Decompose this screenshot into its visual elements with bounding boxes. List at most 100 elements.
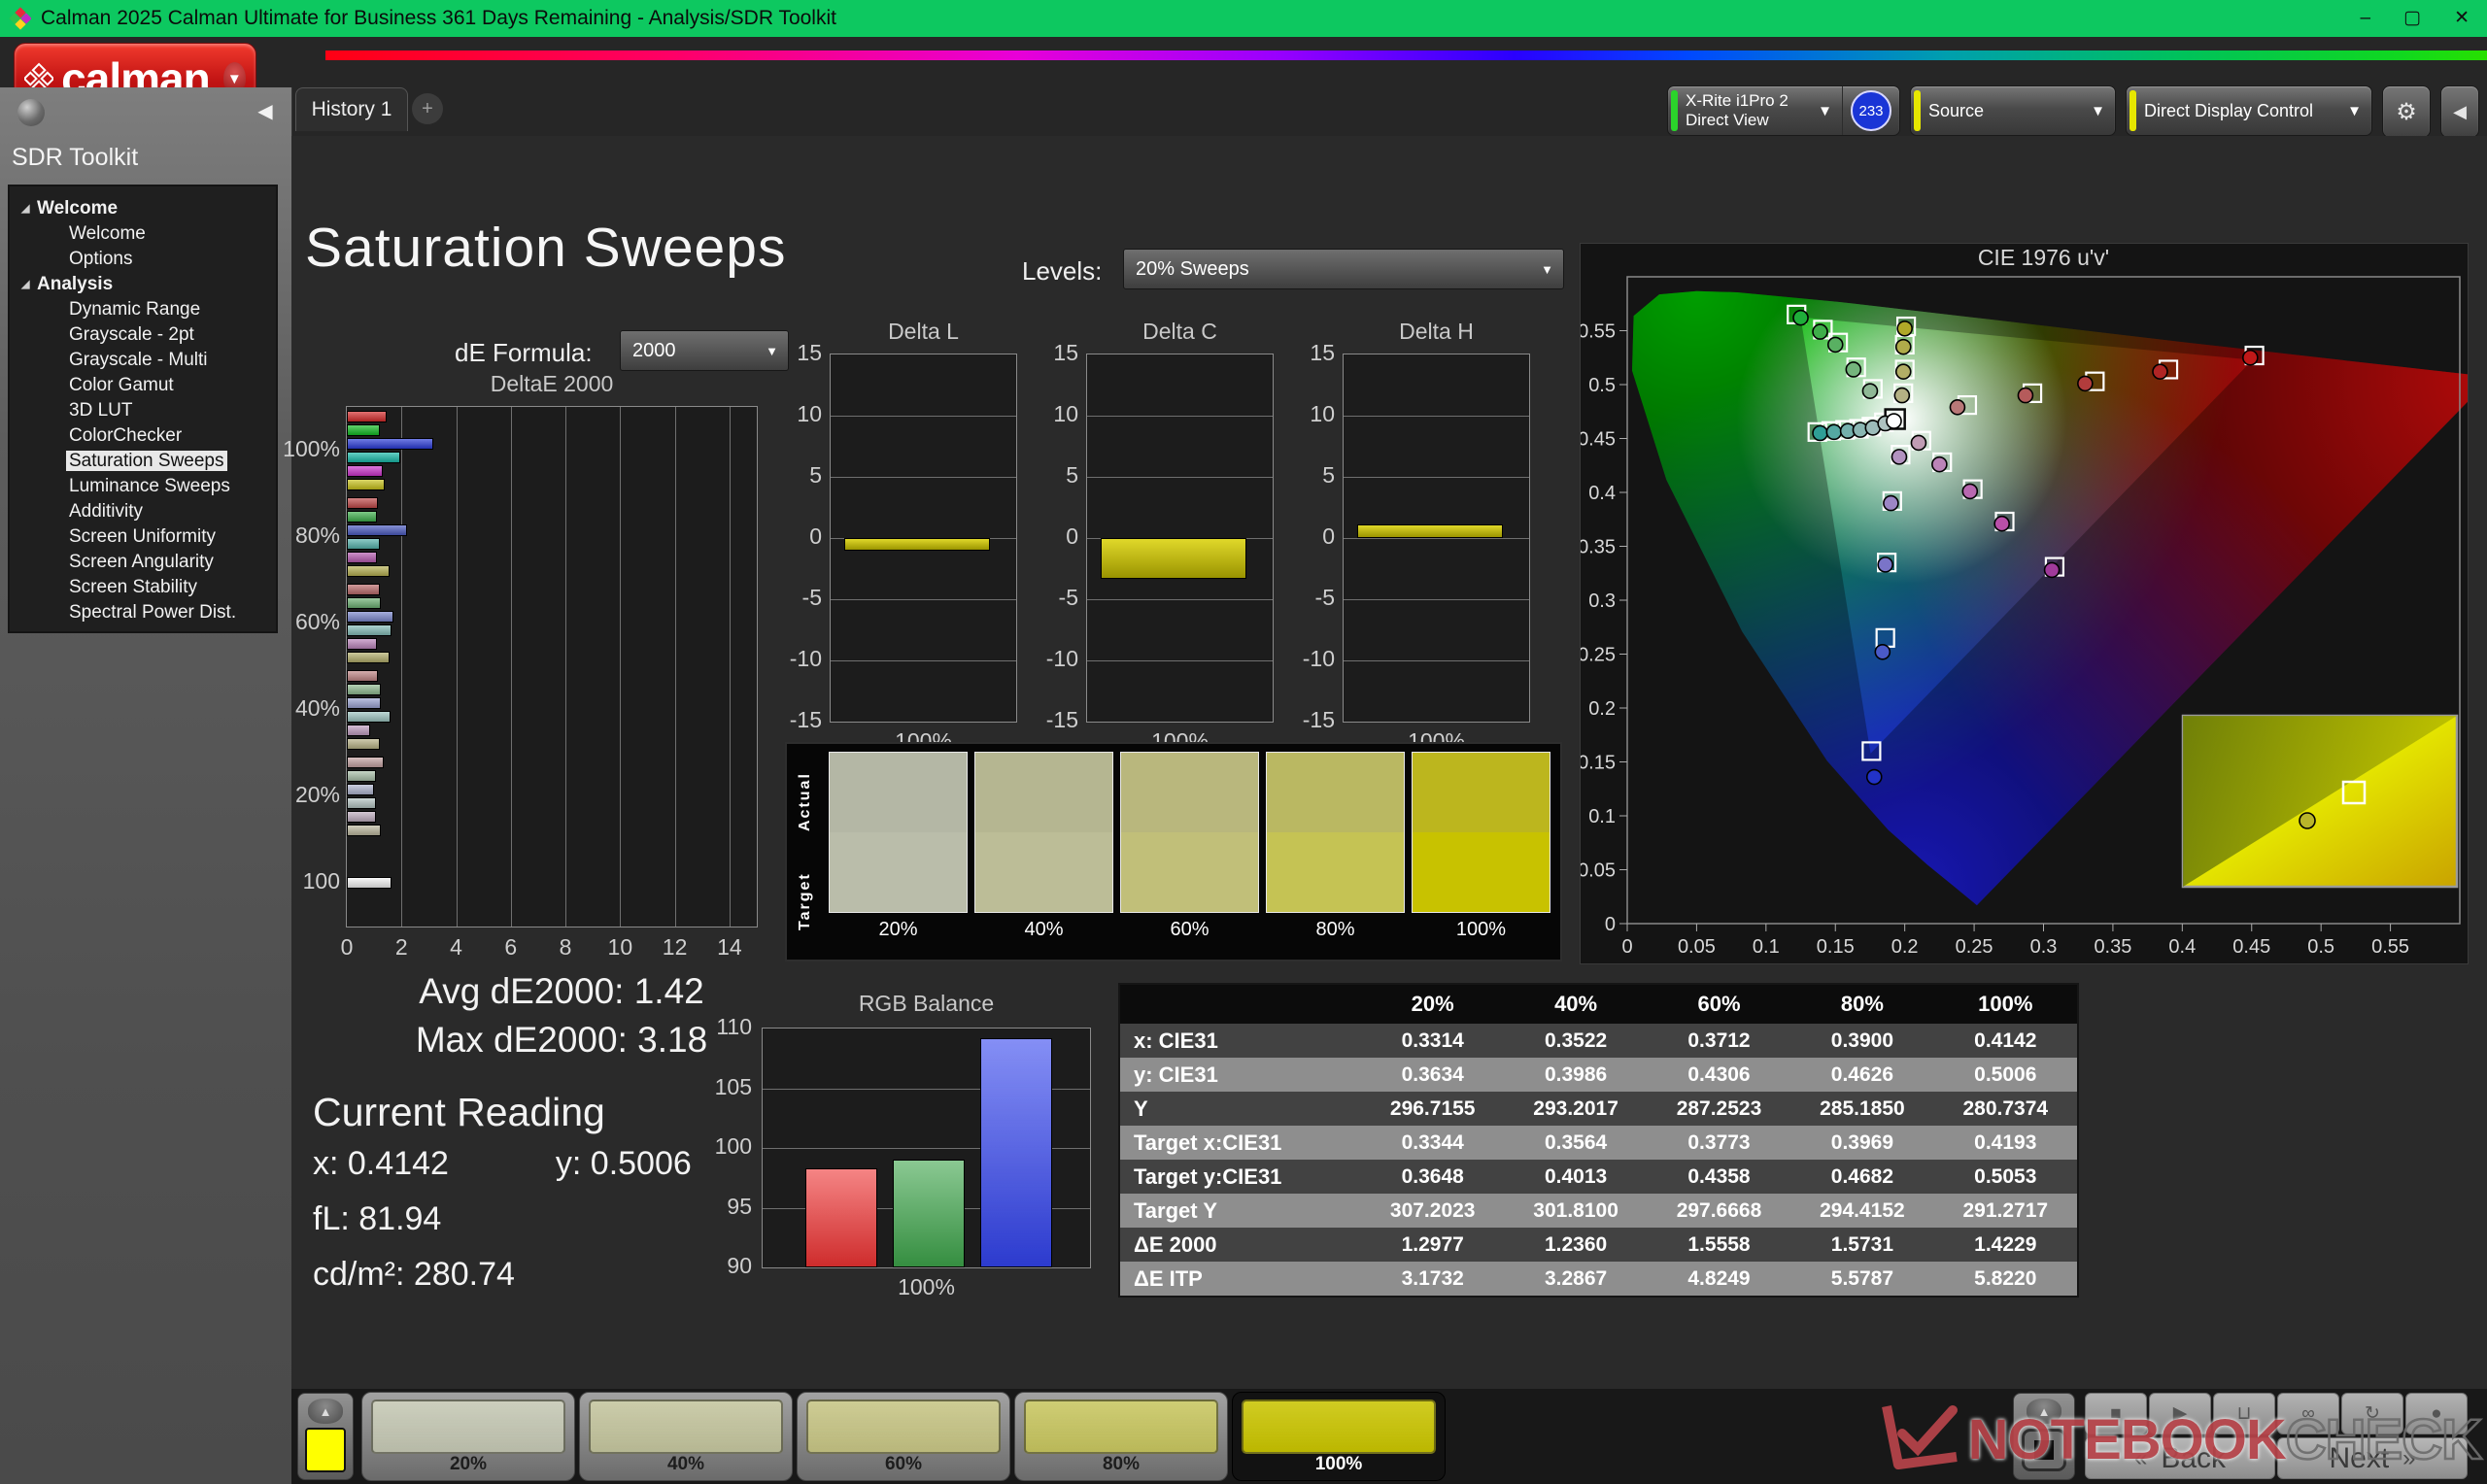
sidebar-item-3d-lut[interactable]: 3D LUT [10,398,276,423]
dot-icon: ● [2431,1402,2442,1424]
deltae-bar-100% [347,410,387,422]
play-button[interactable]: ▶ [2149,1393,2211,1434]
svg-text:0.05: 0.05 [1581,860,1616,882]
table-row-label: Target y:CIE31 [1134,1164,1282,1189]
stop-square-icon [2034,1440,2054,1460]
meter-status-stripe [1671,90,1678,131]
delta-gridline [1344,538,1529,539]
sidebar-item-screen-angularity[interactable]: Screen Angularity [10,550,276,575]
stop-button[interactable]: ■ [2085,1393,2147,1434]
sweep-button-20%[interactable]: 20% [361,1392,575,1481]
sidebar-collapse-button[interactable]: ◀ [249,97,282,126]
maximize-icon[interactable]: ▢ [2403,0,2421,37]
sidebar-item-options[interactable]: Options [10,247,276,272]
table-row-label: y: CIE31 [1134,1062,1218,1087]
sweep-button-40%[interactable]: 40% [579,1392,793,1481]
meter-line1: X-Rite i1Pro 2 [1686,91,1789,111]
sidebar-item-grayscale-2pt[interactable]: Grayscale - 2pt [10,322,276,348]
deltae-gridline [729,407,731,927]
actual-swatch [1267,753,1404,832]
delta-ytick: -5 [801,585,822,610]
meter-count-badge: 233 [1851,90,1891,131]
deltae-xtick: 14 [717,934,742,960]
source-dropdown[interactable]: Source ▼ [1910,85,2116,136]
sidebar-item-saturation-sweeps[interactable]: Saturation Sweeps [10,449,276,474]
sweep-button-60%[interactable]: 60% [797,1392,1010,1481]
swatch-caption: 80% [1315,919,1355,940]
display-control-dropdown[interactable]: Direct Display Control ▼ [2126,85,2372,136]
swatch-caption: 40% [1024,919,1064,940]
tree-expander-icon: ◢ [21,279,30,290]
deltae-gridline [456,407,458,927]
minimize-icon[interactable]: – [2361,0,2371,37]
tree-item-label: Welcome [37,198,119,219]
back-button[interactable]: « Back [2085,1437,2275,1479]
sidebar-item-dynamic-range[interactable]: Dynamic Range [10,297,276,322]
deltae-bar-80% [347,564,390,577]
tree-item-label: Color Gamut [69,375,174,395]
dot-button[interactable]: ● [2405,1393,2468,1434]
sphere-icon[interactable] [17,99,45,126]
rainbow-stripe [325,51,2487,60]
swatch-column-40%: 40% [974,752,1113,952]
sidebar-item-spectral-power-dist-[interactable]: Spectral Power Dist. [10,600,276,625]
de-formula-dropdown[interactable]: 2000 ▼ [620,330,789,371]
delta-ytick: 15 [1053,340,1078,365]
table-row-label: Target x:CIE31 [1134,1130,1282,1155]
deltae-bar-60% [347,610,393,623]
swatch-pair [974,752,1113,913]
table-row-label: Y [1134,1096,1148,1121]
delta-ytick: -15 [789,707,822,732]
meter-dropdown[interactable]: X-Rite i1Pro 2 Direct View ▼ 233 [1667,85,1900,136]
table-cell: 0.4306 [1687,1062,1751,1086]
table-cell: 287.2523 [1676,1096,1762,1120]
table-cell: 297.6668 [1676,1198,1762,1222]
close-icon[interactable]: ✕ [2454,0,2470,37]
sidebar-item-additivity[interactable]: Additivity [10,499,276,524]
current-color-swatch[interactable] [305,1428,346,1472]
up-arrow-icon[interactable]: ▲ [2027,1399,2061,1424]
back-label: Back [2161,1441,2227,1474]
deltae-bar-40% [347,725,370,737]
table-cell: 0.5006 [1974,1062,2037,1086]
sidebar-item-luminance-sweeps[interactable]: Luminance Sweeps [10,474,276,499]
settings-button[interactable]: ⚙ [2382,85,2431,138]
read-button[interactable]: ⊔ [2213,1393,2275,1434]
sidebar-item-screen-stability[interactable]: Screen Stability [10,575,276,600]
tree-item-label: Luminance Sweeps [69,476,230,496]
table-cell: 285.1850 [1820,1096,1905,1120]
table-cell: 0.3314 [1401,1029,1464,1052]
delta-ytick: -10 [1302,646,1335,671]
sidebar-item-analysis[interactable]: ◢ Analysis [10,272,276,297]
sweep-button-80%[interactable]: 80% [1014,1392,1228,1481]
sidebar-item-welcome[interactable]: Welcome [10,221,276,247]
deltae-xtick: 0 [340,934,354,960]
deltae-bar-20% [347,757,384,769]
sweep-button-100%[interactable]: 100% [1232,1392,1446,1481]
add-tab-button[interactable]: + [412,93,443,124]
next-button[interactable]: Next » [2277,1437,2468,1479]
deltae-bar-40% [347,738,380,751]
tab-history-1[interactable]: History 1 [295,87,408,131]
up-arrow-icon[interactable]: ▲ [308,1399,343,1424]
sidebar-item-grayscale-multi[interactable]: Grayscale - Multi [10,348,276,373]
panel-collapse-button[interactable]: ◀ [2440,85,2479,138]
delta-gridline [1344,477,1529,478]
table-row: y: CIE31 0.3634 0.3986 0.4306 0.4626 0.5006 [1120,1058,2077,1092]
sidebar-item-welcome[interactable]: ◢ Welcome [10,196,276,221]
sidebar-item-colorchecker[interactable]: ColorChecker [10,423,276,449]
stop-pattern-button[interactable] [2022,1429,2066,1471]
sidebar-item-color-gamut[interactable]: Color Gamut [10,373,276,398]
table-cell: 0.3986 [1544,1062,1608,1086]
sidebar-item-screen-uniformity[interactable]: Screen Uniformity [10,524,276,550]
delta-ytick: 5 [809,462,822,488]
table-cell: 5.5787 [1830,1266,1893,1290]
levels-dropdown[interactable]: 20% Sweeps ▼ [1123,249,1564,289]
table-col-header: 80% [1840,992,1884,1016]
transport-side-panel: ▲ [2013,1393,2075,1480]
table-cell: 0.5053 [1974,1164,2037,1188]
delta-chart-title: Delta C [1142,319,1217,344]
rgb-bar-blue [980,1037,1052,1267]
infinity-button[interactable]: ∞ [2277,1393,2339,1434]
refresh-button[interactable]: ↻ [2341,1393,2403,1434]
